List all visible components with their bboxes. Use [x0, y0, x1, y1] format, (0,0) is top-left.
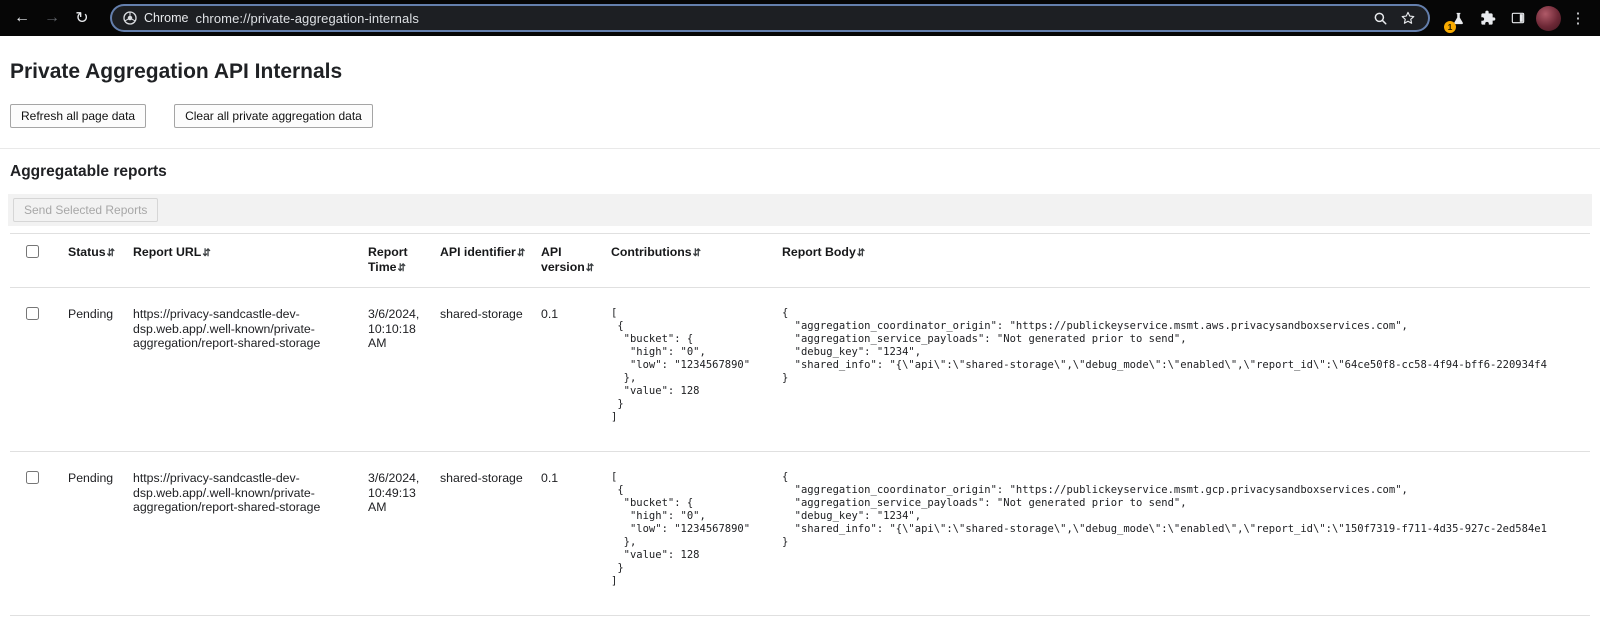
status-cell: Pending	[68, 452, 133, 616]
sort-icon: ⇵	[857, 248, 865, 259]
contributions-cell: [ { "bucket": { "high": "0", "low": "123…	[611, 288, 782, 452]
reload-button[interactable]: ↻	[68, 4, 96, 32]
avatar	[1536, 6, 1561, 31]
browser-toolbar: ← → ↻ Chrome chrome://private-aggregatio…	[0, 0, 1600, 36]
col-header-api-version[interactable]: API version⇵	[541, 234, 611, 288]
menu-button[interactable]: ⋮	[1564, 4, 1592, 32]
site-chip[interactable]: Chrome	[122, 10, 188, 26]
api-version-cell: 0.1	[541, 452, 611, 616]
status-cell: Pending	[68, 288, 133, 452]
row-checkbox[interactable]	[26, 471, 39, 484]
page-title: Private Aggregation API Internals	[10, 60, 1590, 84]
profile-button[interactable]	[1534, 4, 1562, 32]
back-button[interactable]: ←	[8, 4, 36, 32]
col-header-contributions[interactable]: Contributions⇵	[611, 234, 782, 288]
sort-icon: ⇵	[107, 248, 115, 259]
page-content: Private Aggregation API Internals Refres…	[0, 60, 1600, 616]
col-header-status[interactable]: Status⇵	[68, 234, 133, 288]
chrome-logo-icon	[122, 10, 138, 26]
bookmark-star-icon[interactable]	[1400, 10, 1416, 26]
labs-badge: 1	[1444, 21, 1456, 33]
table-row: Pending https://privacy-sandcastle-dev-d…	[10, 288, 1590, 452]
reports-table: Status⇵ Report URL⇵ Report Time⇵ API ide…	[10, 233, 1590, 616]
report-body-cell: { "aggregation_coordinator_origin": "htt…	[782, 288, 1590, 452]
api-identifier-cell: shared-storage	[440, 288, 541, 452]
forward-button[interactable]: →	[38, 4, 66, 32]
col-header-report-time[interactable]: Report Time⇵	[368, 234, 440, 288]
back-icon: ←	[14, 9, 30, 27]
extensions-button[interactable]	[1474, 4, 1502, 32]
report-body-cell: { "aggregation_coordinator_origin": "htt…	[782, 452, 1590, 616]
contributions-json: [ { "bucket": { "high": "0", "low": "123…	[611, 307, 774, 424]
table-row: Pending https://privacy-sandcastle-dev-d…	[10, 452, 1590, 616]
labs-button[interactable]: 1	[1444, 4, 1472, 32]
report-url-cell: https://privacy-sandcastle-dev-dsp.web.a…	[133, 452, 368, 616]
sort-icon: ⇵	[202, 248, 210, 259]
report-time-cell: 3/6/2024, 10:10:18 AM	[368, 288, 440, 452]
col-header-report-body[interactable]: Report Body⇵	[782, 234, 1590, 288]
side-panel-icon	[1510, 10, 1526, 26]
reload-icon: ↻	[75, 8, 88, 28]
reports-table-body: Pending https://privacy-sandcastle-dev-d…	[10, 288, 1590, 616]
col-header-api-identifier[interactable]: API identifier⇵	[440, 234, 541, 288]
contributions-cell: [ { "bucket": { "high": "0", "low": "123…	[611, 452, 782, 616]
send-selected-reports-button[interactable]: Send Selected Reports	[13, 198, 158, 222]
sort-icon: ⇵	[517, 248, 525, 259]
report-url-cell: https://privacy-sandcastle-dev-dsp.web.a…	[133, 288, 368, 452]
forward-icon: →	[44, 9, 60, 27]
sort-icon: ⇵	[397, 263, 405, 274]
reports-toolbar: Send Selected Reports	[8, 194, 1592, 226]
row-checkbox[interactable]	[26, 307, 39, 320]
clear-all-button[interactable]: Clear all private aggregation data	[174, 104, 373, 128]
sort-icon: ⇵	[586, 263, 594, 274]
report-body-json: { "aggregation_coordinator_origin": "htt…	[782, 471, 1582, 549]
table-header-row: Status⇵ Report URL⇵ Report Time⇵ API ide…	[10, 234, 1590, 288]
report-body-json: { "aggregation_coordinator_origin": "htt…	[782, 307, 1582, 385]
omnibox[interactable]: Chrome chrome://private-aggregation-inte…	[110, 4, 1430, 32]
section-heading: Aggregatable reports	[10, 163, 1590, 181]
col-header-report-url[interactable]: Report URL⇵	[133, 234, 368, 288]
extensions-puzzle-icon	[1480, 10, 1496, 26]
page-actions: Refresh all page data Clear all private …	[10, 104, 1590, 128]
url-text: chrome://private-aggregation-internals	[195, 11, 1366, 26]
sort-icon: ⇵	[693, 248, 701, 259]
refresh-all-button[interactable]: Refresh all page data	[10, 104, 146, 128]
zoom-icon[interactable]	[1373, 11, 1388, 26]
contributions-json: [ { "bucket": { "high": "0", "low": "123…	[611, 471, 774, 588]
site-chip-label: Chrome	[144, 11, 188, 25]
divider	[0, 148, 1600, 149]
api-identifier-cell: shared-storage	[440, 452, 541, 616]
side-panel-button[interactable]	[1504, 4, 1532, 32]
three-dot-menu-icon: ⋮	[1571, 9, 1586, 27]
select-all-checkbox[interactable]	[26, 245, 39, 258]
api-version-cell: 0.1	[541, 288, 611, 452]
report-time-cell: 3/6/2024, 10:49:13 AM	[368, 452, 440, 616]
